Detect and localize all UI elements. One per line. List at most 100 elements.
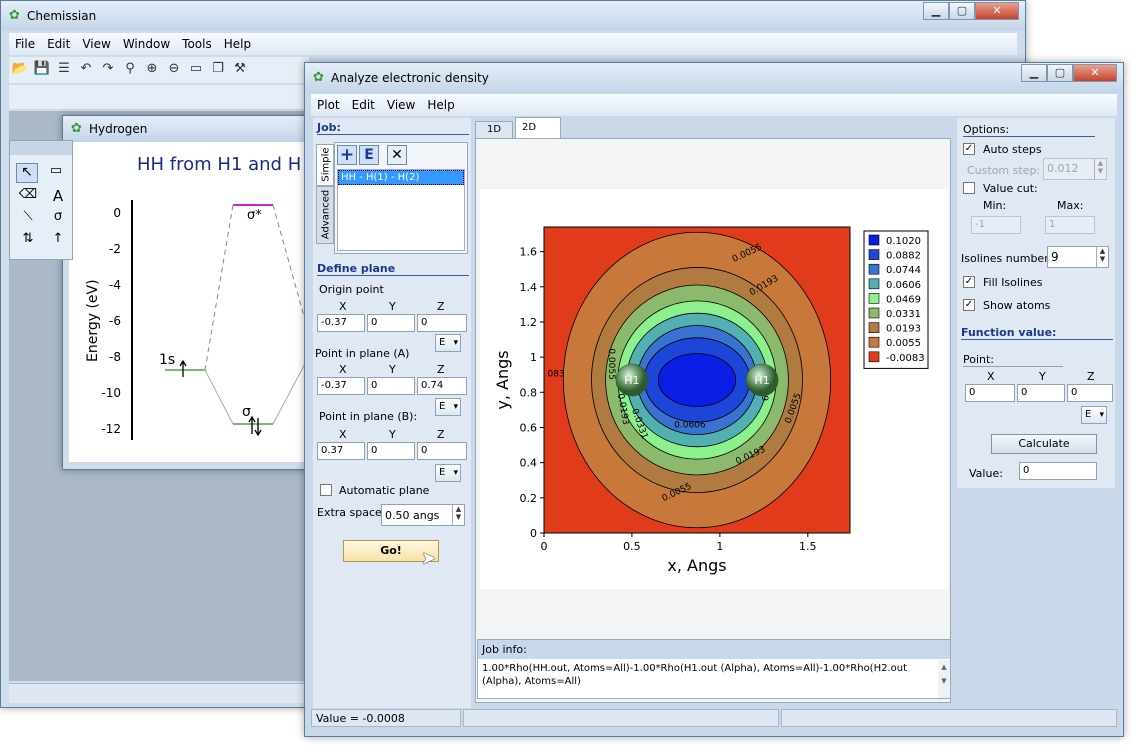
rect-select-tool-icon[interactable]: ▭ — [46, 163, 66, 183]
electron-tool-icon[interactable]: ↑ — [48, 231, 68, 251]
auto-steps-checkbox[interactable]: ✓ — [963, 143, 975, 155]
main-minimize-button[interactable]: ▁ — [923, 2, 949, 20]
plot-area: 0.00550.01930.00550.01930.03310.06060.04… — [475, 138, 951, 703]
menu-plot[interactable]: Plot — [311, 98, 346, 112]
origin-x-header: X — [339, 300, 347, 313]
line-style-toolbar — [9, 85, 309, 109]
origin-x-input[interactable]: -0.37 — [317, 314, 365, 332]
legend-label-0: 0.1020 — [886, 236, 921, 247]
legend-swatch-3 — [868, 278, 880, 290]
fv-y-input[interactable]: 0 — [1017, 384, 1065, 402]
ytick-label-3: 0.6 — [520, 421, 538, 434]
automatic-plane-checkbox[interactable] — [320, 484, 332, 496]
eraser-tool-icon[interactable]: ⌫ — [18, 187, 38, 207]
point-b-e-button[interactable]: E — [435, 464, 461, 482]
menu-window[interactable]: Window — [117, 37, 176, 51]
origin-y-input[interactable]: 0 — [367, 314, 415, 332]
tab-simple[interactable]: Simple — [316, 144, 334, 186]
y-axis-label: y, Angs — [493, 350, 512, 409]
point-a-z-input[interactable]: 0.74 — [417, 377, 467, 395]
menu-view-analyze[interactable]: View — [381, 98, 421, 112]
analyze-close-button[interactable]: ✕ — [1073, 64, 1117, 82]
atom-label-2: H1 — [754, 374, 769, 387]
legend-label-3: 0.0606 — [886, 280, 921, 291]
calculate-button[interactable]: Calculate — [991, 434, 1097, 454]
fv-e-button[interactable]: E — [1081, 406, 1107, 424]
ytick-m6: -6 — [109, 314, 121, 328]
origin-e-button[interactable]: E — [435, 334, 461, 352]
legend-label-2: 0.0744 — [886, 265, 921, 276]
correlation-lines-dashed — [204, 204, 307, 371]
undo-icon[interactable]: ↶ — [77, 60, 95, 78]
fv-z-input[interactable]: 0 — [1067, 384, 1113, 402]
fv-x-input[interactable]: 0 — [965, 384, 1015, 402]
origin-z-input[interactable]: 0 — [417, 314, 467, 332]
legend-swatch-0 — [868, 234, 880, 246]
tab-advanced[interactable]: Advanced — [316, 186, 334, 244]
main-close-button[interactable]: ✕ — [975, 2, 1019, 20]
job-list-item[interactable]: HH - H(1) - H(2) — [338, 170, 464, 185]
extra-space-spinner[interactable]: ▲ ▼ — [452, 505, 464, 525]
search-icon[interactable]: ⚲ — [121, 60, 139, 78]
value-label: Value: — [969, 467, 1003, 480]
plot-tab-2d[interactable]: 2D — [515, 117, 561, 139]
point-b-z-input[interactable]: 0 — [417, 442, 467, 460]
hydrogen-titlebar: ✿ Hydrogen — [63, 116, 311, 142]
point-a-x-input[interactable]: -0.37 — [317, 377, 365, 395]
point-b-y-input[interactable]: 0 — [367, 442, 415, 460]
min-input[interactable]: -1 — [971, 216, 1021, 234]
line-tool-icon[interactable]: ⟍ — [18, 209, 38, 229]
menu-help-analyze[interactable]: Help — [421, 98, 460, 112]
job-info-scrollbar[interactable]: ▲ ▼ — [938, 660, 950, 698]
origin-z-header: Z — [437, 300, 445, 313]
menu-edit[interactable]: Edit — [41, 37, 76, 51]
show-atoms-checkbox[interactable]: ✓ — [963, 299, 975, 311]
delete-job-button[interactable]: ✕ — [387, 145, 407, 165]
ytick-label-0: 0 — [530, 527, 537, 540]
menu-file[interactable]: File — [9, 37, 41, 51]
ytick-label-4: 0.8 — [520, 386, 538, 399]
tree-icon[interactable]: ☰ — [55, 60, 73, 78]
open-icon[interactable]: 📂 — [11, 60, 29, 78]
xtick-label-0: 0 — [541, 540, 548, 553]
auto-steps-label: Auto steps — [983, 143, 1042, 156]
tools-icon[interactable]: ⚒ — [231, 60, 249, 78]
menu-edit-analyze[interactable]: Edit — [346, 98, 381, 112]
zoom-out-icon[interactable]: ⊖ — [165, 60, 183, 78]
point-b-x-input[interactable]: 0.37 — [317, 442, 365, 460]
copy-icon[interactable]: ❐ — [209, 60, 227, 78]
fill-isolines-checkbox[interactable]: ✓ — [963, 276, 975, 288]
value-cut-checkbox[interactable] — [963, 182, 975, 194]
tab-advanced-label: Advanced — [320, 189, 332, 240]
custom-step-spinner[interactable]: ▲ ▼ — [1094, 159, 1106, 179]
select-tool[interactable]: ↖ — [16, 163, 38, 183]
legend-swatch-4 — [868, 293, 880, 304]
text-tool[interactable]: A — [48, 187, 68, 207]
menu-view[interactable]: View — [76, 37, 116, 51]
add-job-button[interactable]: + — [337, 145, 357, 165]
isolines-spinner[interactable]: ▲ ▼ — [1096, 247, 1108, 267]
main-maximize-button[interactable]: ▢ — [949, 2, 975, 20]
point-b-z-header: Z — [437, 428, 445, 441]
analyze-minimize-button[interactable]: ▁ — [1021, 64, 1047, 82]
define-plane-title: Define plane — [317, 262, 469, 276]
palette-icon[interactable]: ▭ — [187, 60, 205, 78]
zoom-in-icon[interactable]: ⊕ — [143, 60, 161, 78]
edit-job-button[interactable]: E — [359, 145, 379, 165]
plot-canvas: 0.00550.01930.00550.01930.03310.06060.04… — [480, 189, 948, 589]
legend-swatch-6 — [868, 322, 880, 333]
electron-pair-tool-icon[interactable]: ⇅ — [18, 231, 38, 251]
x-axis-label: x, Angs — [667, 556, 726, 575]
save-icon[interactable]: 💾 — [33, 60, 51, 78]
plot-tab-1d[interactable]: 1D — [475, 121, 513, 139]
tab-simple-label: Simple — [320, 147, 332, 182]
menu-help[interactable]: Help — [218, 37, 257, 51]
point-a-y-input[interactable]: 0 — [367, 377, 415, 395]
analyze-maximize-button[interactable]: ▢ — [1047, 64, 1073, 82]
redo-icon[interactable]: ↷ — [99, 60, 117, 78]
point-a-z-header: Z — [437, 363, 445, 376]
menu-tools[interactable]: Tools — [176, 37, 218, 51]
max-input[interactable]: 1 — [1045, 216, 1095, 234]
point-a-e-button[interactable]: E — [435, 398, 461, 416]
sigma-tool[interactable]: σ — [48, 209, 68, 229]
